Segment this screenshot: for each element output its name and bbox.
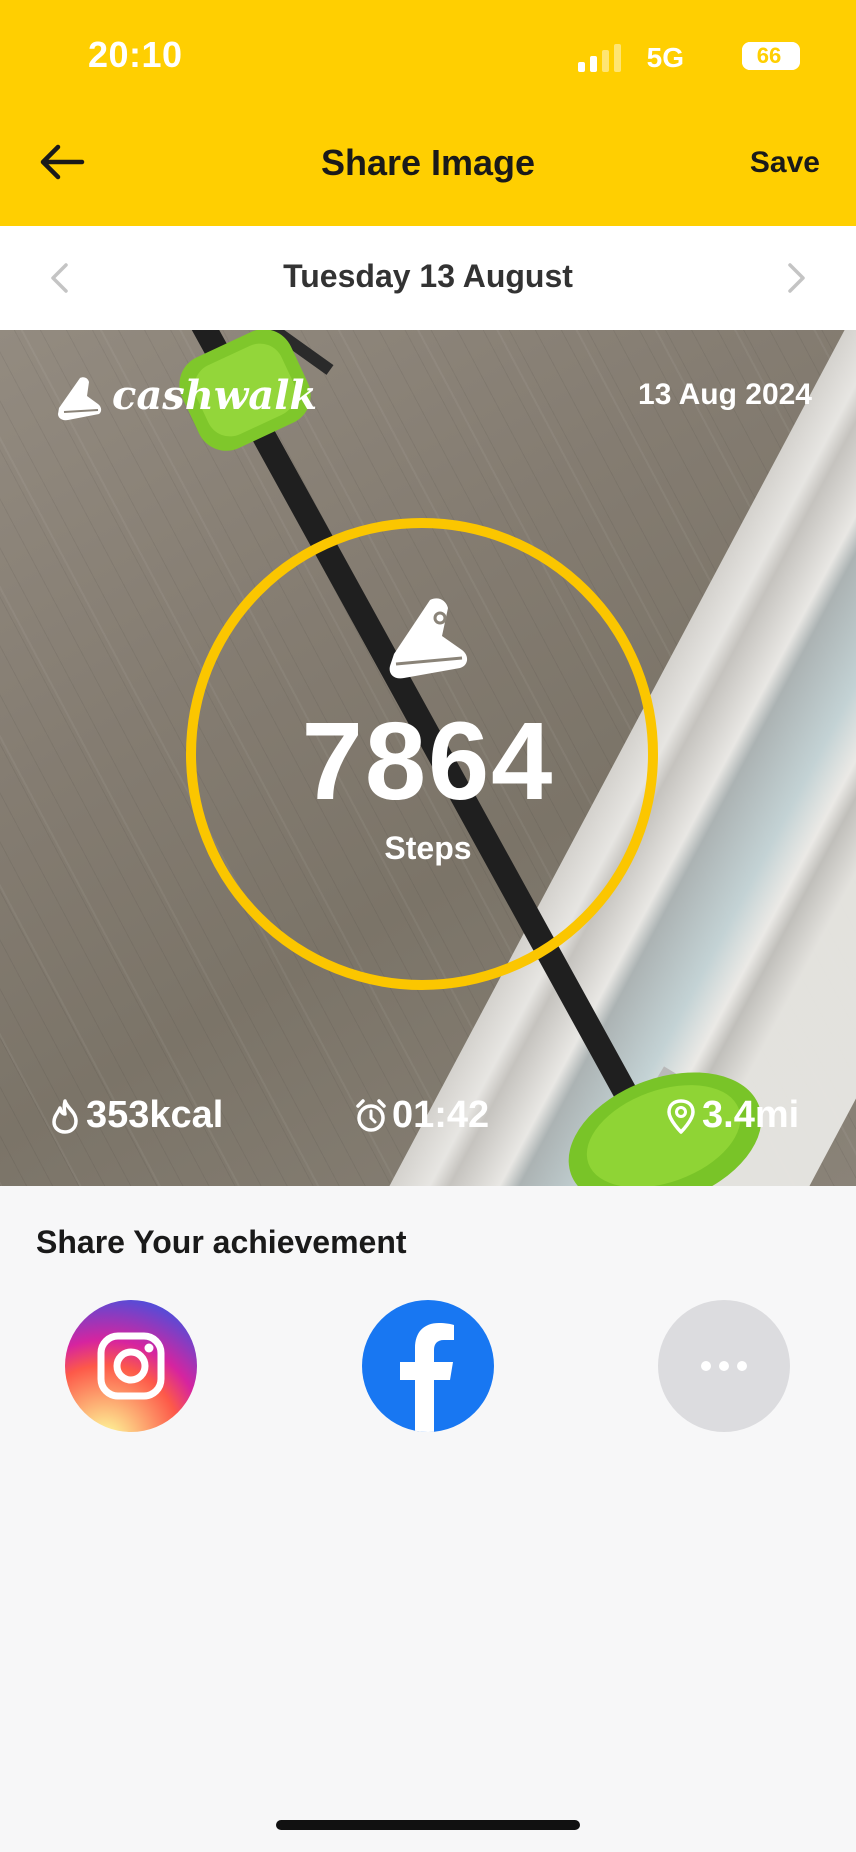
shoe-icon: [389, 598, 468, 679]
chevron-right-icon: [788, 263, 805, 293]
brand-name: cashwalk: [112, 372, 318, 419]
signal-icon: [578, 42, 622, 72]
steps-label: Steps: [384, 830, 472, 866]
instagram-icon: [97, 1332, 165, 1400]
steps-count: 7864: [301, 700, 555, 823]
duration-value: 01:42: [392, 1094, 490, 1136]
card-date: 13 Aug 2024: [638, 378, 812, 411]
status-time: 20:10: [88, 34, 183, 75]
date-label: Tuesday 13 August: [283, 258, 573, 294]
share-facebook-button[interactable]: [362, 1300, 494, 1432]
next-date-button[interactable]: [778, 260, 814, 296]
battery-level: 66: [756, 43, 782, 68]
distance-value: 3.4mi: [702, 1094, 800, 1136]
home-indicator[interactable]: [276, 1820, 580, 1830]
date-navigation: Tuesday 13 August: [0, 226, 856, 330]
top-bar: 20:10 5G 66 Share Image Save: [0, 0, 856, 226]
battery-icon: 66: [742, 42, 800, 70]
flame-icon: [52, 1099, 78, 1134]
share-image-preview: cashwalk 13 Aug 2024 7864 Steps 353kcal …: [0, 330, 856, 1186]
page-title: Share Image: [320, 142, 536, 183]
location-pin-icon: [667, 1099, 695, 1134]
save-button[interactable]: Save: [750, 146, 820, 180]
more-dots-icon: [701, 1361, 747, 1371]
alarm-clock-icon: [356, 1099, 386, 1132]
share-instagram-button[interactable]: [65, 1300, 197, 1432]
share-title: Share Your achievement: [36, 1224, 407, 1260]
facebook-icon: [400, 1323, 454, 1432]
shoe-icon: [58, 377, 102, 421]
share-more-button[interactable]: [658, 1300, 790, 1432]
calories-value: 353kcal: [86, 1094, 224, 1136]
network-label: 5G: [646, 42, 684, 73]
